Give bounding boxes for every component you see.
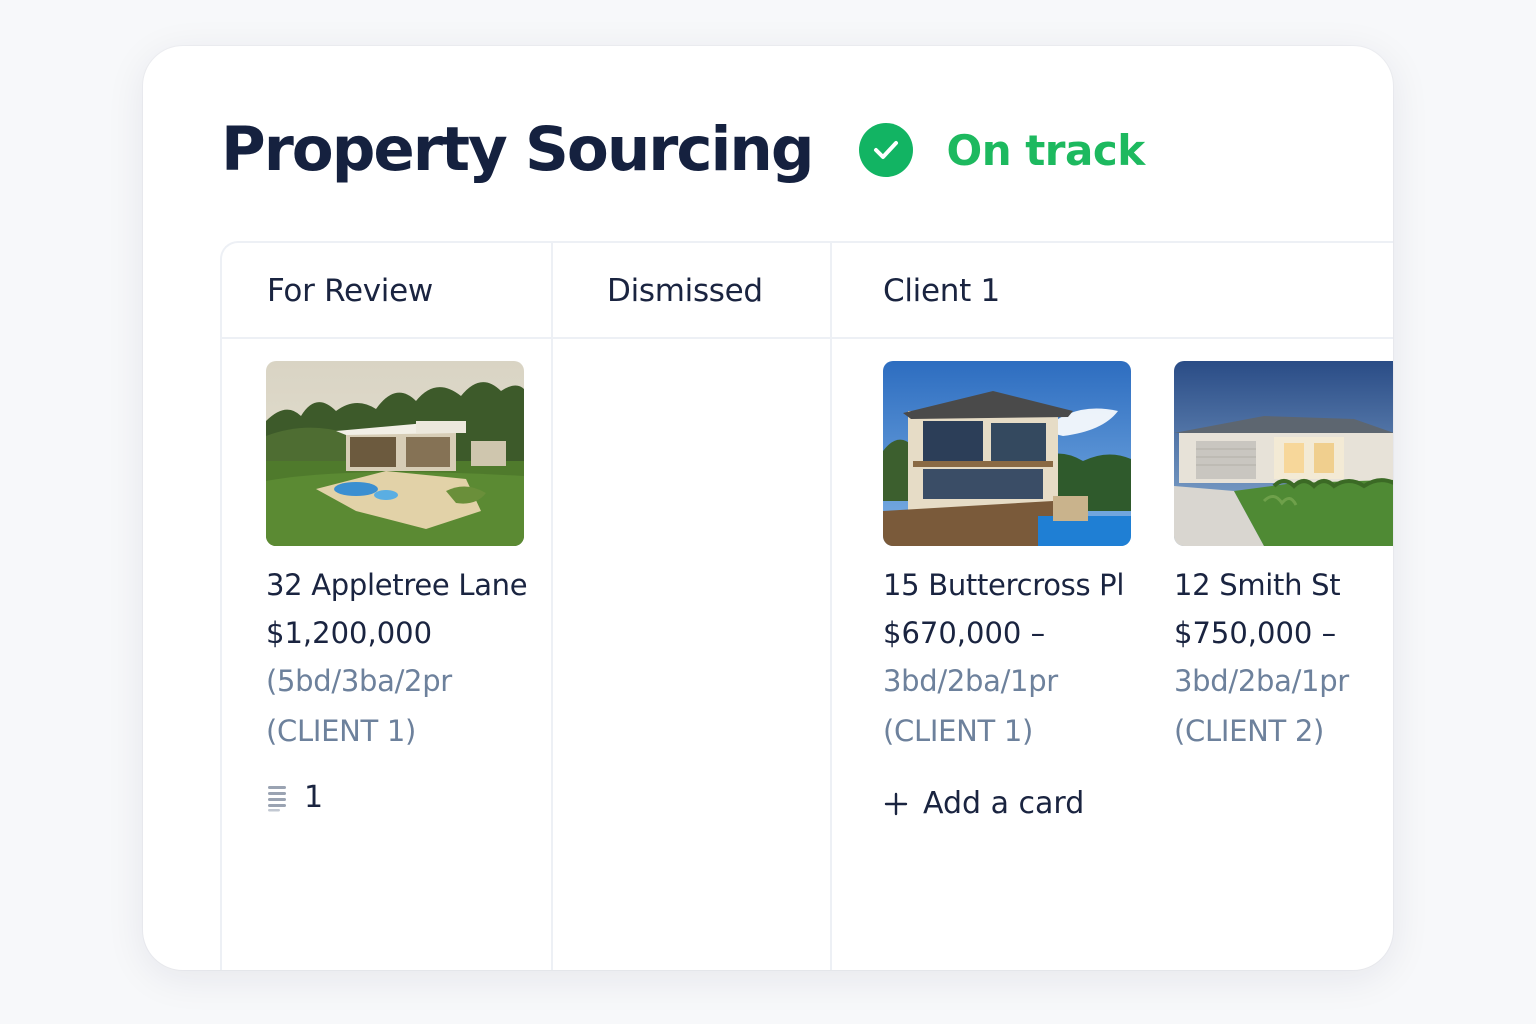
property-client: (CLIENT 1) bbox=[266, 714, 416, 748]
column-divider bbox=[551, 243, 553, 970]
board-panel: Property Sourcing On track For Review 32… bbox=[143, 46, 1393, 970]
property-specs: 3bd/2ba/1pr bbox=[883, 664, 1058, 698]
kanban-board: For Review 32 Appletree Lane $1,200,000 … bbox=[220, 241, 1393, 970]
column-title-dismissed[interactable]: Dismissed bbox=[607, 273, 763, 309]
column-title-client-1[interactable]: Client 1 bbox=[883, 273, 1000, 309]
add-card-label: Add a card bbox=[923, 786, 1085, 821]
property-photo bbox=[266, 361, 524, 546]
description-icon bbox=[268, 785, 286, 811]
property-card[interactable]: 32 Appletree Lane $1,200,000 (5bd/3ba/2p… bbox=[266, 361, 528, 815]
property-price: $750,000 – bbox=[1174, 616, 1337, 650]
status-label[interactable]: On track bbox=[947, 126, 1146, 175]
property-address: 12 Smith St bbox=[1174, 568, 1341, 602]
add-card-button[interactable]: Add a card bbox=[883, 786, 1131, 821]
property-address: 15 Buttercross Pl bbox=[883, 568, 1125, 602]
description-count: 1 bbox=[304, 780, 324, 815]
board-header: Property Sourcing On track bbox=[221, 112, 1145, 188]
property-photo bbox=[883, 361, 1131, 546]
property-specs: 3bd/2ba/1pr bbox=[1174, 664, 1349, 698]
column-divider bbox=[830, 243, 832, 970]
property-price: $1,200,000 bbox=[266, 616, 433, 650]
property-price: $670,000 – bbox=[883, 616, 1046, 650]
property-specs: (5bd/3ba/2pr bbox=[266, 664, 452, 698]
column-title-for-review[interactable]: For Review bbox=[267, 273, 433, 309]
description-badge: 1 bbox=[266, 780, 527, 815]
property-card[interactable]: 12 Smith St $750,000 – 3bd/2ba/1pr (CLIE… bbox=[1174, 361, 1393, 748]
property-photo bbox=[1174, 361, 1393, 546]
property-card[interactable]: 15 Buttercross Pl $670,000 – 3bd/2ba/1pr… bbox=[883, 361, 1131, 821]
property-client: (CLIENT 1) bbox=[883, 714, 1033, 748]
board-title: Property Sourcing bbox=[221, 114, 814, 185]
plus-icon bbox=[884, 792, 908, 815]
property-address: 32 Appletree Lane bbox=[266, 568, 528, 602]
check-circle-icon bbox=[858, 123, 913, 177]
property-client: (CLIENT 2) bbox=[1174, 714, 1324, 748]
header-divider bbox=[222, 337, 1393, 339]
